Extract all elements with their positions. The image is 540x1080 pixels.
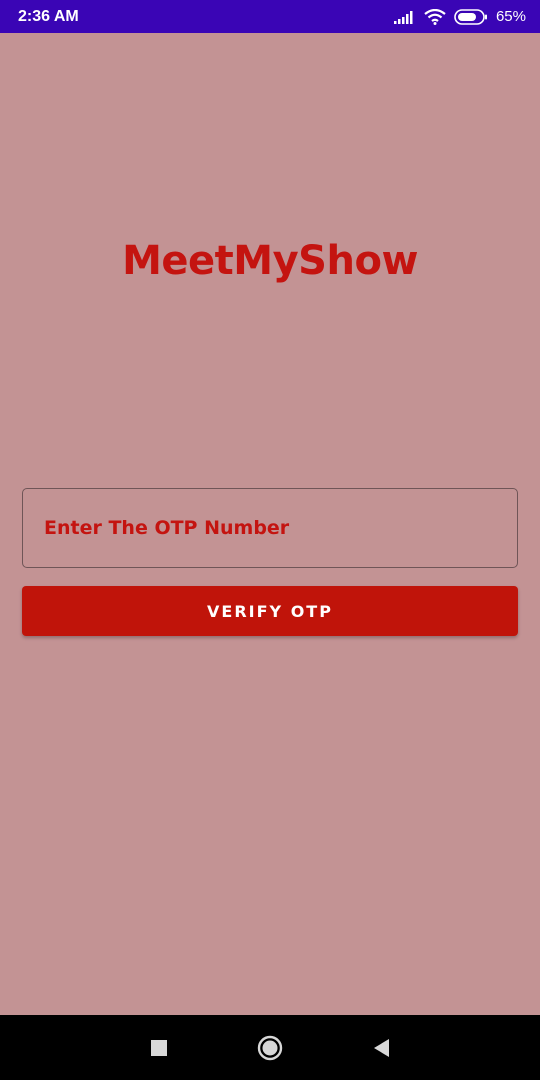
signal-icon bbox=[393, 10, 416, 24]
battery-icon bbox=[454, 8, 488, 25]
verify-otp-button[interactable]: VERIFY OTP bbox=[22, 586, 518, 636]
recent-apps-icon[interactable] bbox=[146, 1035, 172, 1061]
otp-field[interactable] bbox=[22, 488, 518, 568]
app-title: MeetMyShow bbox=[122, 238, 418, 284]
status-time: 2:36 AM bbox=[18, 7, 79, 25]
otp-input[interactable] bbox=[44, 517, 517, 539]
main-content: MeetMyShow VERIFY OTP bbox=[0, 33, 540, 1015]
wifi-icon bbox=[424, 8, 446, 25]
navigation-bar bbox=[0, 1015, 540, 1080]
status-icons: 65% bbox=[393, 8, 526, 25]
status-bar: 2:36 AM 65% bbox=[0, 0, 540, 33]
battery-percent: 65% bbox=[495, 8, 526, 25]
back-icon[interactable] bbox=[368, 1035, 394, 1061]
home-icon[interactable] bbox=[257, 1035, 283, 1061]
